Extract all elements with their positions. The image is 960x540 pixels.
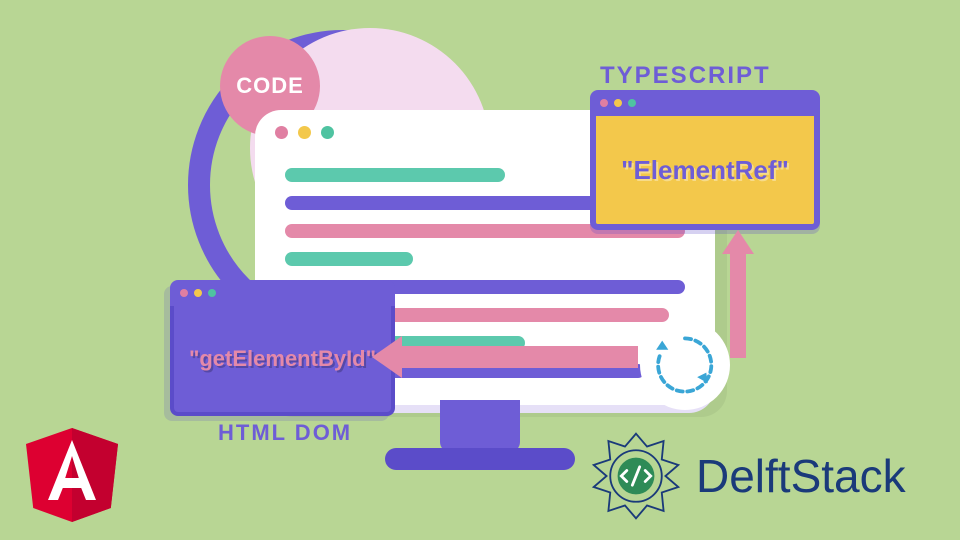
panel-dot bbox=[600, 99, 608, 107]
code-line bbox=[285, 252, 413, 266]
diagram-stage: CODE TYPESCRIPT "ElementRef" bbox=[0, 0, 960, 540]
code-badge-label: CODE bbox=[236, 73, 304, 99]
typescript-label: TYPESCRIPT bbox=[600, 62, 771, 90]
window-dot-red bbox=[275, 126, 288, 139]
panel-dot bbox=[180, 289, 188, 297]
window-dot-green bbox=[321, 126, 334, 139]
panel-chrome bbox=[170, 280, 395, 306]
panel-dot bbox=[194, 289, 202, 297]
panel-dot bbox=[208, 289, 216, 297]
panel-dot bbox=[614, 99, 622, 107]
monitor-base bbox=[385, 448, 575, 470]
code-line bbox=[285, 168, 505, 182]
panel-chrome bbox=[590, 90, 820, 116]
refresh-icon bbox=[647, 327, 723, 403]
delftstack-text: DelftStack bbox=[696, 449, 906, 503]
arrow-left-head-icon bbox=[372, 336, 402, 378]
html-dom-label: HTML DOM bbox=[218, 420, 352, 446]
html-dom-panel-body: "getElementById" bbox=[170, 306, 395, 416]
angular-logo-icon bbox=[22, 420, 122, 528]
delftstack-mark-icon bbox=[590, 430, 682, 522]
refresh-circle bbox=[640, 320, 730, 410]
window-dots bbox=[275, 126, 334, 139]
window-dot-yellow bbox=[298, 126, 311, 139]
arrow-left-stem bbox=[400, 346, 638, 368]
delftstack-logo: DelftStack bbox=[590, 430, 906, 522]
html-dom-panel: "getElementById" bbox=[170, 280, 395, 415]
panel-dot bbox=[628, 99, 636, 107]
arrow-up-head-icon bbox=[722, 230, 754, 254]
typescript-panel-body: "ElementRef" bbox=[590, 116, 820, 230]
monitor-stand bbox=[440, 400, 520, 452]
arrow-up-stem bbox=[730, 252, 746, 358]
typescript-panel: "ElementRef" bbox=[590, 90, 820, 230]
